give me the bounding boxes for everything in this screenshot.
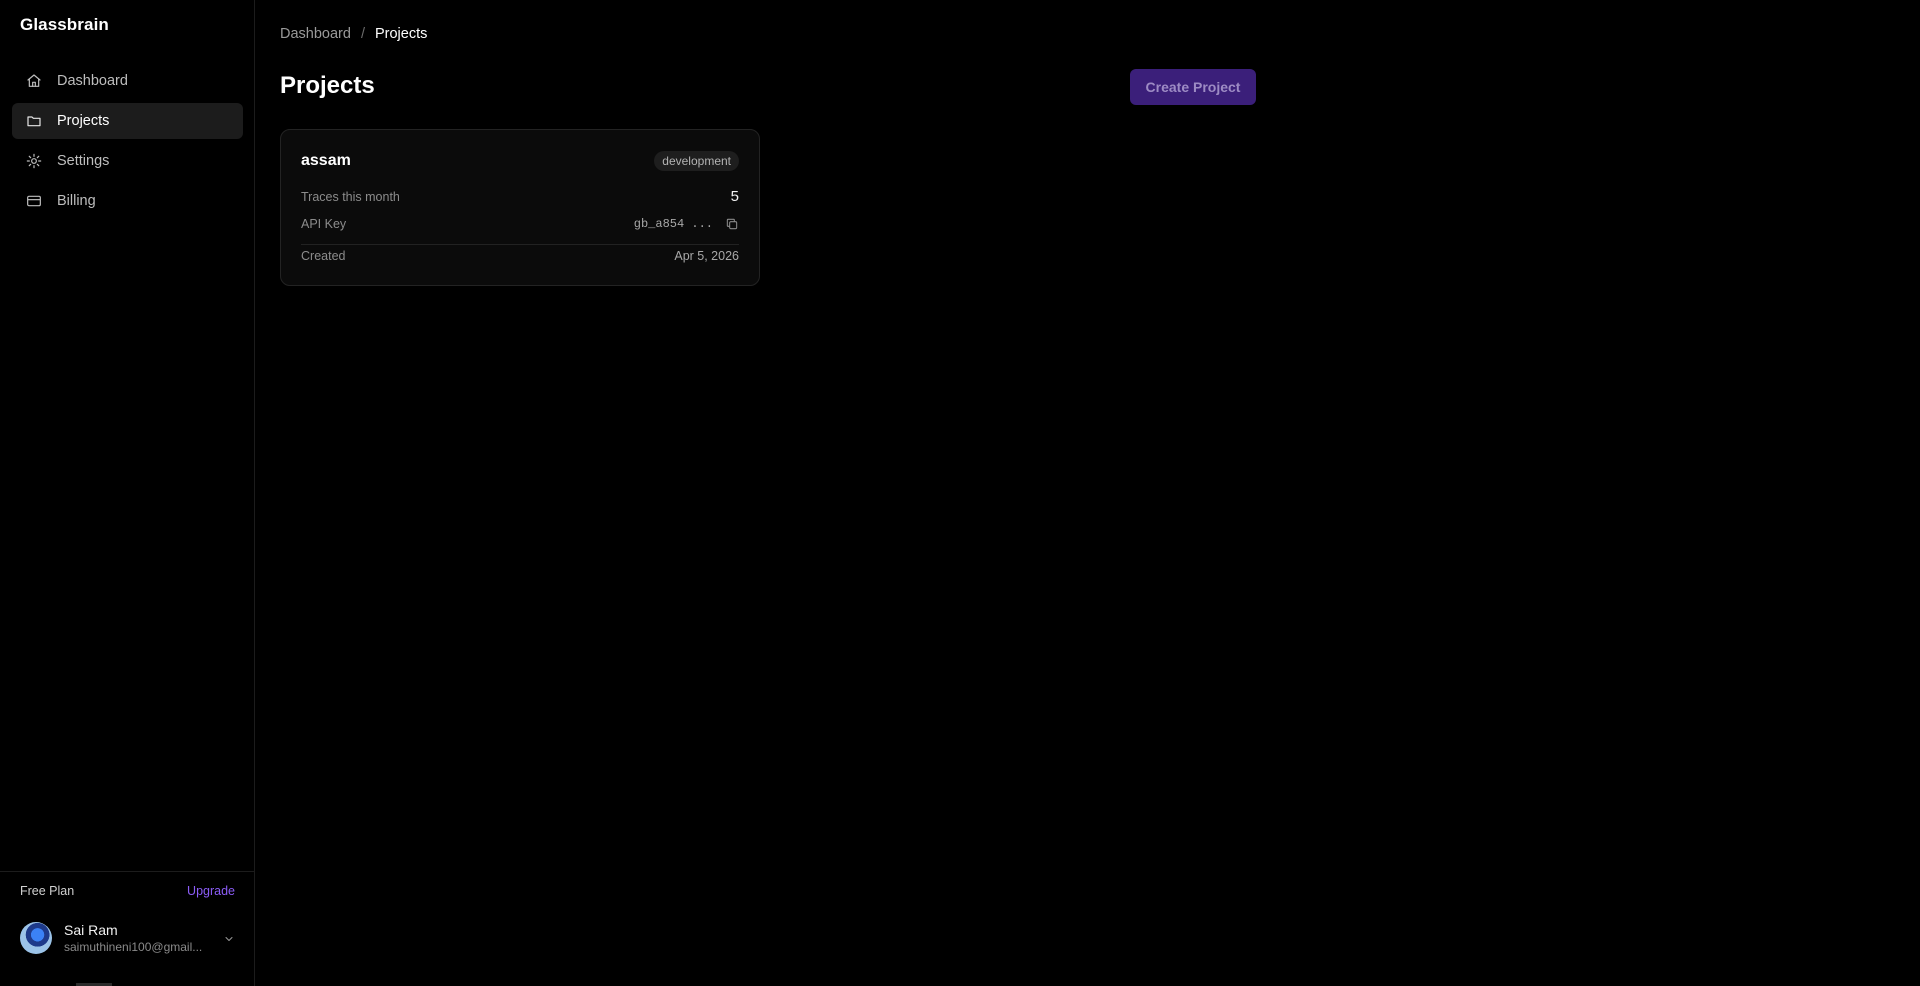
plan-row: Free Plan Upgrade [20, 884, 235, 898]
breadcrumb: Dashboard / Projects [280, 26, 427, 42]
api-key-value: gb_a854 ... [633, 217, 713, 231]
traces-row: Traces this month 5 [301, 188, 739, 205]
api-key-display: gb_a854 ... [634, 217, 739, 231]
api-key-row: API Key gb_a854 ... [301, 217, 739, 231]
main-content: Dashboard / Projects Projects Create Pro… [280, 0, 1920, 986]
user-name: Sai Ram [64, 922, 118, 938]
page-title: Projects [280, 72, 375, 99]
sidebar: Glassbrain Dashboard Projects Settings B… [0, 0, 255, 986]
create-project-button[interactable]: Create Project [1130, 69, 1256, 105]
copy-icon[interactable] [725, 217, 739, 231]
breadcrumb-current: Projects [374, 26, 428, 42]
sidebar-item-label: Billing [57, 193, 96, 209]
breadcrumb-dashboard[interactable]: Dashboard [280, 26, 351, 42]
api-key-label: API Key [301, 217, 347, 231]
breadcrumb-separator: / [360, 26, 365, 42]
sidebar-item-projects[interactable]: Projects [12, 103, 243, 139]
sidebar-item-label: Settings [57, 153, 110, 169]
plan-label: Free Plan [20, 884, 75, 898]
traces-label: Traces this month [301, 189, 400, 204]
brand-logo[interactable]: Glassbrain [20, 15, 109, 35]
sidebar-item-dashboard[interactable]: Dashboard [12, 63, 243, 99]
sidebar-item-label: Projects [57, 113, 110, 129]
project-card[interactable]: assam development Traces this month 5 AP… [280, 129, 760, 286]
created-row: Created Apr 5, 2026 [301, 249, 739, 263]
card-divider [301, 244, 739, 245]
user-info: Sai Ram saimuthineni100@gmail... [64, 922, 223, 954]
chevron-down-icon[interactable] [223, 932, 235, 944]
gear-icon [26, 153, 42, 169]
folder-icon [26, 113, 42, 129]
created-label: Created [301, 249, 346, 263]
project-name: assam [301, 152, 351, 169]
upgrade-link[interactable]: Upgrade [187, 884, 235, 898]
environment-badge: development [654, 151, 739, 171]
sidebar-item-billing[interactable]: Billing [12, 183, 243, 219]
sidebar-item-label: Dashboard [57, 73, 128, 89]
home-icon [26, 73, 42, 89]
credit-card-icon [26, 193, 42, 209]
created-value: Apr 5, 2026 [674, 249, 739, 263]
sidebar-item-settings[interactable]: Settings [12, 143, 243, 179]
traces-value: 5 [730, 188, 739, 205]
user-menu[interactable]: Sai Ram saimuthineni100@gmail... [20, 922, 235, 954]
sidebar-nav: Dashboard Projects Settings Billing [12, 63, 243, 223]
sidebar-footer: Free Plan Upgrade Sai Ram saimuthineni10… [0, 871, 255, 986]
avatar [20, 922, 52, 954]
user-email: saimuthineni100@gmail... [64, 940, 203, 954]
